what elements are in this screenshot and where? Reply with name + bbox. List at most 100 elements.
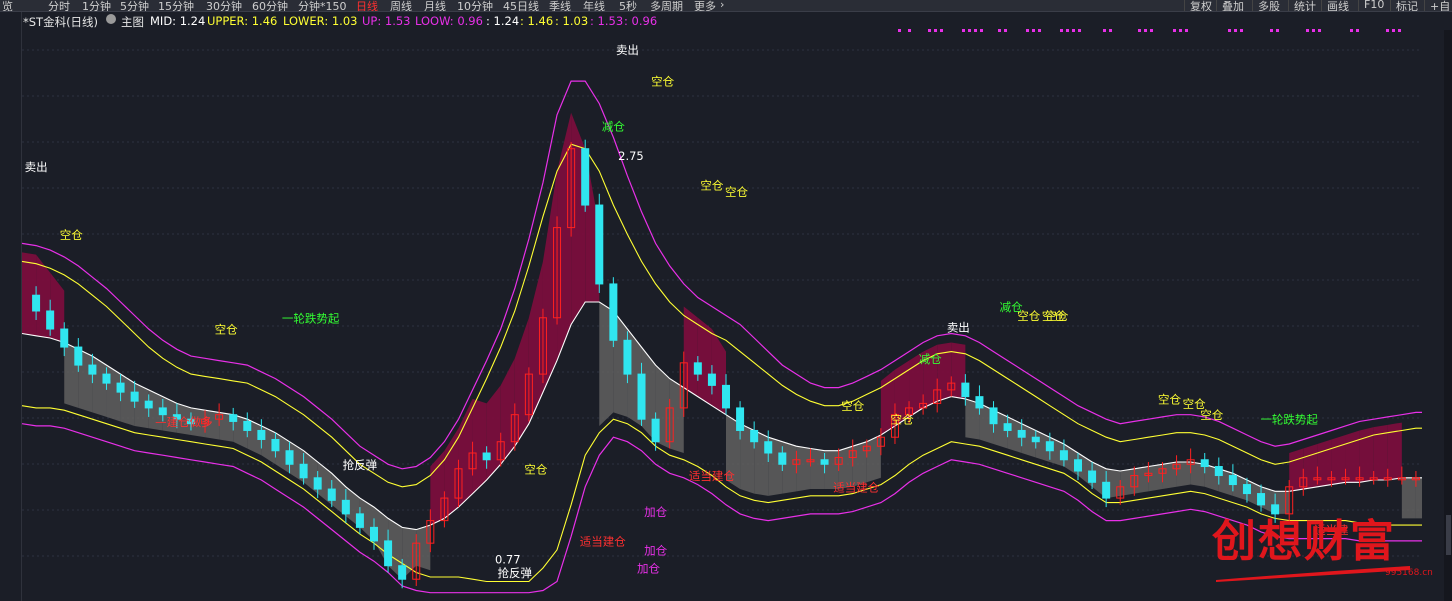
bull-band-segment <box>1345 430 1360 483</box>
bear-band-segment <box>1120 468 1135 496</box>
series-value-3: : 1.03 <box>555 14 589 28</box>
period-tab-8[interactable]: 周线 <box>390 0 412 11</box>
period-tab-12[interactable]: 季线 <box>549 0 571 11</box>
annotation-label: 加仓 <box>644 505 667 519</box>
annotation-label: 加仓 <box>644 543 667 557</box>
indicator-info-bar: *ST金科(日线) 主图 MID: 1.24 UPPER: 1.46 LOWER… <box>0 12 1452 30</box>
more-chevron-icon[interactable]: › <box>720 0 724 11</box>
series-value-1: : 1.24 <box>486 14 520 28</box>
bear-band-segment <box>106 365 121 422</box>
tool-button-0[interactable]: 复权 <box>1184 0 1217 11</box>
tool-button-6[interactable]: 标记 <box>1390 0 1423 11</box>
tool-button-3[interactable]: 统计 <box>1288 0 1321 11</box>
bear-band-segment <box>416 525 431 571</box>
tool-button-1[interactable]: 叠加 <box>1216 0 1249 11</box>
series-value-5: : 0.96 <box>624 14 658 28</box>
tool-button-4[interactable]: 画线 <box>1321 0 1354 11</box>
bull-band-segment <box>697 317 712 406</box>
bull-band-segment <box>528 261 543 424</box>
candle-body <box>60 328 69 348</box>
annotation-label: 抢反弹 <box>498 566 533 580</box>
candle-body <box>1088 470 1097 483</box>
candle-body <box>707 373 716 386</box>
bear-band-segment <box>810 448 825 490</box>
tool-button-5[interactable]: F10 <box>1358 0 1389 11</box>
bear-band-segment <box>1401 477 1416 519</box>
scroll-thumb[interactable] <box>1446 515 1451 555</box>
candle-body <box>370 526 378 542</box>
annotation-label: 空仓 <box>725 185 748 199</box>
bull-band-segment <box>557 112 572 361</box>
candle-body <box>341 499 350 515</box>
period-tab-10[interactable]: 10分钟 <box>457 0 493 11</box>
candle-body <box>1228 475 1237 486</box>
candle-body <box>1242 484 1251 495</box>
period-tab-7[interactable]: 日线 <box>356 0 378 11</box>
main-chart-label: 主图 <box>121 15 144 29</box>
candle-body <box>750 429 759 443</box>
annotation-label: 加仓 <box>637 561 660 575</box>
watermark-logo-text: 创想财富 <box>1212 516 1396 567</box>
candle-body <box>820 459 829 465</box>
bear-band-segment <box>1162 462 1177 490</box>
right-scrollbar[interactable] <box>1444 30 1452 601</box>
candle-body <box>1017 429 1026 438</box>
period-tab-16[interactable]: 更多 <box>694 0 716 11</box>
tool-button-7[interactable]: +自 <box>1424 0 1452 11</box>
candle-body <box>975 396 984 409</box>
candle-body <box>313 477 322 490</box>
period-tab-6[interactable]: 分钟*150 <box>298 0 347 11</box>
annotation-label: 适当建仓 <box>580 534 626 548</box>
annotation-label: 适当建仓 <box>689 469 735 483</box>
candle-body <box>88 364 97 375</box>
candle-body <box>74 346 83 366</box>
bull-band-segment <box>1331 434 1346 485</box>
bear-band-segment <box>866 434 881 483</box>
period-tab-5[interactable]: 60分钟 <box>252 0 288 11</box>
annotation-label: 0.77 <box>495 552 521 566</box>
candle-body <box>271 438 280 452</box>
annotation-label: 空仓 <box>700 178 723 192</box>
annotation-label: 一轮跌势起 <box>1260 413 1318 427</box>
settings-gear-icon[interactable] <box>106 14 116 24</box>
up-value: UP: 1.53 <box>362 14 411 28</box>
candle-body <box>1200 459 1209 468</box>
loow-value: LOOW: 0.96 <box>415 14 483 28</box>
tool-button-2[interactable]: 多股 <box>1252 0 1285 11</box>
period-tab-1[interactable]: 1分钟 <box>82 0 111 11</box>
candle-body <box>229 414 238 422</box>
period-tab-4[interactable]: 30分钟 <box>206 0 242 11</box>
candle-body <box>243 420 252 431</box>
candle-body <box>581 148 590 206</box>
bear-band-segment <box>1176 462 1191 487</box>
annotation-label: 空仓 <box>1200 408 1223 422</box>
candle-body <box>102 373 111 384</box>
annotation-label: 卖出 <box>947 320 970 334</box>
stock-title[interactable]: *ST金科(日线) <box>23 14 98 30</box>
candle-body <box>722 384 730 409</box>
period-tab-9[interactable]: 月线 <box>424 0 446 11</box>
watermark-url: 995168.cn <box>1385 568 1433 578</box>
candle-body <box>482 452 491 461</box>
period-tab-15[interactable]: 多周期 <box>650 0 683 11</box>
candle-body <box>1045 441 1054 452</box>
period-tab-3[interactable]: 15分钟 <box>158 0 194 11</box>
candle-body <box>595 204 604 285</box>
candle-body <box>693 362 702 375</box>
period-tab-13[interactable]: 年线 <box>583 0 605 11</box>
candle-body <box>116 382 125 393</box>
candlestick-chart[interactable]: 卖出空仓空仓一轮跌势起—建仓做多抢反弹卖出空仓减仓2.75空仓 空仓空仓 适当建仓加… <box>0 30 1422 601</box>
period-tab-2[interactable]: 5分钟 <box>120 0 149 11</box>
candle-body <box>1031 436 1040 443</box>
bull-band-segment <box>472 398 487 494</box>
candle-body <box>130 391 139 402</box>
period-tab-11[interactable]: 45日线 <box>503 0 539 11</box>
annotation-label: 适当建仓 <box>833 480 879 494</box>
bull-band-segment <box>1303 443 1318 490</box>
bull-band-segment <box>444 428 459 519</box>
period-tab-0[interactable]: 分时 <box>48 0 70 11</box>
period-toolbar: 览 分时 1分钟 5分钟 15分钟 30分钟 60分钟 分钟*150 日线 周线 月线 10分钟 45… <box>0 0 1452 12</box>
candle-body <box>1102 481 1111 499</box>
period-tab-14[interactable]: 5秒 <box>619 0 637 11</box>
bear-band-segment <box>782 441 797 494</box>
